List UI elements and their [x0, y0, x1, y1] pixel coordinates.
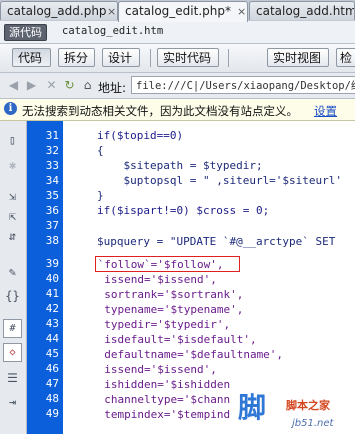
related-files-bar: 源代码 catalog_edit.htm [0, 21, 355, 44]
watermark-logo: 脚 脚本之家 jb51.net [232, 384, 355, 434]
inspect-button[interactable]: 检 [336, 48, 355, 67]
expand-icon[interactable]: ⇱ [3, 207, 22, 226]
line-number: 37 [45, 219, 59, 232]
line-number: 42 [45, 302, 59, 315]
toolbar-divider [228, 49, 229, 67]
code-line: issend='$issend', [91, 363, 217, 376]
code-line: tempindex='$tempind [91, 408, 231, 421]
code-line: if($topid==0) [97, 129, 184, 142]
line-number: 34 [45, 174, 59, 187]
code-line: channeltype='$chann [91, 393, 231, 406]
uncomment-icon[interactable]: ◇ [3, 343, 22, 362]
code-line: ishidden='$ishidden [91, 378, 231, 391]
comment-icon[interactable]: # [3, 319, 22, 338]
code-line: $uptopsql = " ,siteurl='$siteurl' [97, 174, 343, 187]
line-number: 36 [45, 204, 59, 217]
line-number: 40 [45, 272, 59, 285]
line-number: 45 [45, 347, 59, 360]
wrap-icon[interactable]: ☰ [3, 369, 22, 388]
code-line: sortrank='$sortrank', [91, 288, 244, 301]
tab-label: catalog_add.php [7, 4, 107, 18]
braces-icon[interactable]: {} [3, 287, 22, 306]
line-number: 33 [45, 159, 59, 172]
line-number: 49 [45, 407, 59, 420]
asterisk-icon[interactable]: ✱ [3, 156, 22, 175]
line-number: 48 [45, 392, 59, 405]
close-icon[interactable]: × [107, 2, 116, 20]
tab-catalog-add-php[interactable]: catalog_add.php × [0, 1, 118, 20]
live-view-button[interactable]: 实时视图 [267, 48, 329, 67]
coding-toolbar: ▯ ✱ ⇲ ⇱ ⇵ ✎ {} # ◇ ☰ ⇥ [0, 121, 27, 434]
address-label: 地址: [98, 81, 127, 95]
tab-label: catalog_edit.php* [125, 4, 231, 18]
watermark-title: 脚本之家 [286, 399, 330, 412]
highlight-annotation-box [95, 256, 240, 272]
code-line: $sitepath = $typedir; [97, 159, 263, 172]
document-toolbar: 代码 拆分 设计 实时代码 实时视图 检 [0, 44, 355, 73]
document-tab-bar: catalog_add.php × catalog_edit.php* × ca… [0, 0, 355, 22]
address-input[interactable]: file:///C|/Users/xiaopang/Desktop/织梦 [131, 76, 355, 94]
browser-navigation-bar: ◀ ▶ ✕ ↻ ⌂ 地址: file:///C|/Users/xiaopang/… [0, 73, 355, 99]
watermark-site: jb51.net [292, 418, 334, 429]
split-view-button[interactable]: 拆分 [58, 48, 95, 67]
code-line: $upquery = "UPDATE `#@__arctype` SET [97, 235, 336, 248]
line-number: 35 [45, 189, 59, 202]
live-code-button[interactable]: 实时代码 [157, 48, 219, 67]
watermark-glyph: 脚 [238, 391, 266, 424]
code-line: if($ispart!=0) $cross = 0; [97, 204, 270, 217]
info-message: 无法搜索到动态相关文件，因为此文档没有站点定义。 [22, 104, 298, 118]
line-number: 43 [45, 317, 59, 330]
code-line: } [97, 189, 104, 202]
line-number: 46 [45, 362, 59, 375]
line-number: 44 [45, 332, 59, 345]
info-bar: i 无法搜索到动态相关文件，因为此文档没有站点定义。 设置 [0, 99, 355, 121]
tab-catalog-add-htm[interactable]: catalog_add.htm [249, 1, 355, 20]
stop-icon[interactable]: ✕ [44, 78, 59, 93]
close-icon[interactable]: × [237, 2, 246, 21]
forward-arrow-icon[interactable]: ▶ [24, 78, 39, 93]
source-code-button[interactable]: 源代码 [4, 24, 47, 41]
format-icon[interactable]: ✎ [3, 263, 22, 282]
info-icon: i [4, 102, 17, 115]
related-file-link[interactable]: catalog_edit.htm [62, 25, 163, 37]
code-view-button[interactable]: 代码 [12, 48, 51, 67]
select-parent-icon[interactable]: ⇵ [3, 227, 22, 246]
tab-label: catalog_add.htm [256, 4, 355, 18]
line-number-gutter: 31 32 33 34 35 36 37 38 39 40 41 42 43 4… [27, 121, 63, 434]
code-line: defaultname='$defaultname', [91, 348, 284, 361]
code-line: typename='$typename', [91, 303, 244, 316]
collapse-icon[interactable]: ⇲ [3, 187, 22, 206]
setup-link[interactable]: 设置 [314, 103, 337, 119]
line-number: 39 [45, 257, 59, 270]
document-icon[interactable]: ▯ [3, 131, 22, 150]
code-line: isdefault='$isdefault', [91, 333, 257, 346]
line-number: 31 [45, 129, 59, 142]
line-number: 41 [45, 287, 59, 300]
toolbar-divider [150, 49, 151, 67]
tab-catalog-edit-php[interactable]: catalog_edit.php* × [118, 1, 248, 22]
code-line: typedir='$typedir', [91, 318, 231, 331]
home-icon[interactable]: ⌂ [80, 78, 95, 93]
line-number: 32 [45, 144, 59, 157]
back-arrow-icon[interactable]: ◀ [6, 78, 21, 93]
design-view-button[interactable]: 设计 [102, 48, 140, 67]
line-number: 38 [45, 234, 59, 247]
line-number: 47 [45, 377, 59, 390]
code-line: { [97, 144, 104, 157]
refresh-icon[interactable]: ↻ [62, 78, 77, 93]
code-line: issend='$issend', [91, 273, 217, 286]
indent-icon[interactable]: ⇥ [3, 393, 22, 412]
